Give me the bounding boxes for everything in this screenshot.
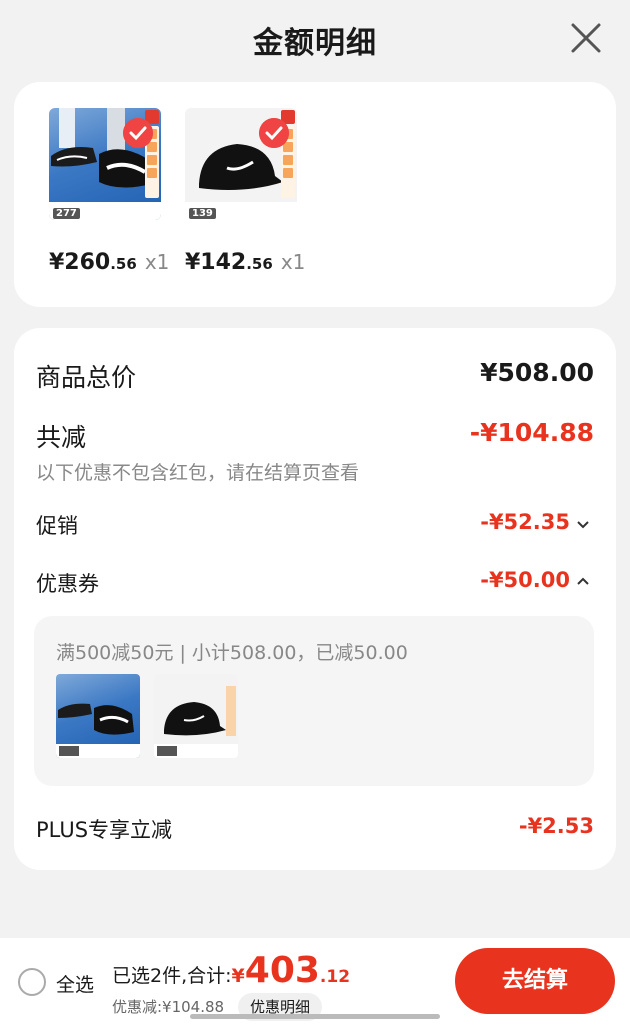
product-price: ¥260.56 x1 — [49, 250, 170, 275]
plus-label: PLUS专享立减 — [36, 818, 173, 842]
check-icon — [259, 118, 289, 148]
discount-row: 共减 -¥104.88 — [36, 418, 594, 452]
amount-detail-card: 商品总价 ¥508.00 共减 -¥104.88 以下优惠不包含红包，请在结算页… — [14, 328, 616, 870]
product-card: 277 ¥260.56 x1 139 ¥142.56 x1 — [14, 82, 616, 307]
total-summary: 已选2件,合计:¥403.12 — [112, 950, 351, 991]
promo-label: 促销 — [36, 514, 78, 538]
price-badge: 277 — [53, 208, 80, 219]
chevron-up-icon[interactable] — [576, 576, 590, 586]
check-icon — [123, 118, 153, 148]
coupon-label: 优惠券 — [36, 572, 99, 596]
goods-total-value: ¥508.00 — [480, 358, 594, 387]
header: 金额明细 — [0, 0, 630, 80]
price-badge: 139 — [189, 208, 216, 219]
coupon-product-image-cap — [154, 674, 238, 758]
product-item-shoes[interactable]: 277 ¥260.56 x1 — [49, 108, 169, 275]
discount-value: -¥104.88 — [469, 418, 594, 447]
chevron-down-icon[interactable] — [576, 520, 590, 530]
coupon-value: -¥50.00 — [480, 568, 570, 592]
product-item-cap[interactable]: 139 ¥142.56 x1 — [185, 108, 305, 275]
home-indicator — [190, 1014, 440, 1019]
select-all-radio[interactable] — [18, 968, 46, 996]
page-title: 金额明细 — [253, 26, 377, 61]
product-image-cap: 139 — [185, 108, 297, 220]
coupon-product-image-shoes — [56, 674, 140, 758]
product-price: ¥142.56 x1 — [185, 250, 306, 275]
checkout-button[interactable]: 去结算 — [455, 948, 615, 1014]
select-all-label[interactable]: 全选 — [56, 970, 94, 997]
plus-value: -¥2.53 — [518, 814, 594, 838]
goods-total-label: 商品总价 — [36, 363, 137, 392]
total-amount: ¥403.12 — [231, 950, 351, 991]
plus-row: PLUS专享立减 -¥2.53 — [36, 814, 594, 844]
coupon-detail-text: 满500减50元 | 小计508.00，已减50.00 — [56, 642, 408, 664]
goods-total-row: 商品总价 ¥508.00 — [36, 358, 594, 392]
coupon-detail-box: 满500减50元 | 小计508.00，已减50.00 — [34, 616, 594, 786]
discount-label: 共减 — [36, 423, 87, 452]
promo-row[interactable]: 促销 -¥52.35 — [36, 510, 594, 540]
close-icon[interactable] — [568, 20, 604, 56]
coupon-row[interactable]: 优惠券 -¥50.00 — [36, 568, 594, 598]
discount-note: 以下优惠不包含红包，请在结算页查看 — [36, 462, 360, 484]
product-image-shoes: 277 — [49, 108, 161, 220]
checkout-bar: 全选 已选2件,合计:¥403.12 优惠减:¥104.88 优惠明细 去结算 — [0, 938, 630, 1025]
promo-value: -¥52.35 — [480, 510, 570, 534]
